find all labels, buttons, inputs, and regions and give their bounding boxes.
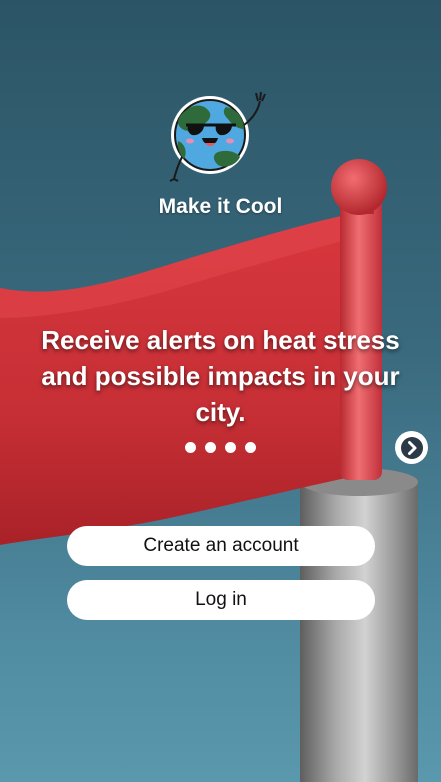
page-dot[interactable] <box>225 442 236 453</box>
next-slide-button[interactable] <box>395 431 428 464</box>
page-dot[interactable] <box>205 442 216 453</box>
earth-mascot-logo <box>169 91 266 182</box>
page-dot[interactable] <box>245 442 256 453</box>
app-name: Make it Cool <box>158 195 283 218</box>
create-account-button[interactable]: Create an account <box>67 526 375 566</box>
onboarding-screen: Make it Cool Receive alerts on heat stre… <box>0 0 441 782</box>
onboarding-headline: Receive alerts on heat stress and possib… <box>41 325 400 427</box>
page-dot[interactable] <box>185 442 196 453</box>
page-indicator <box>0 442 441 453</box>
chevron-right-icon <box>400 436 423 459</box>
login-button[interactable]: Log in <box>67 580 375 620</box>
